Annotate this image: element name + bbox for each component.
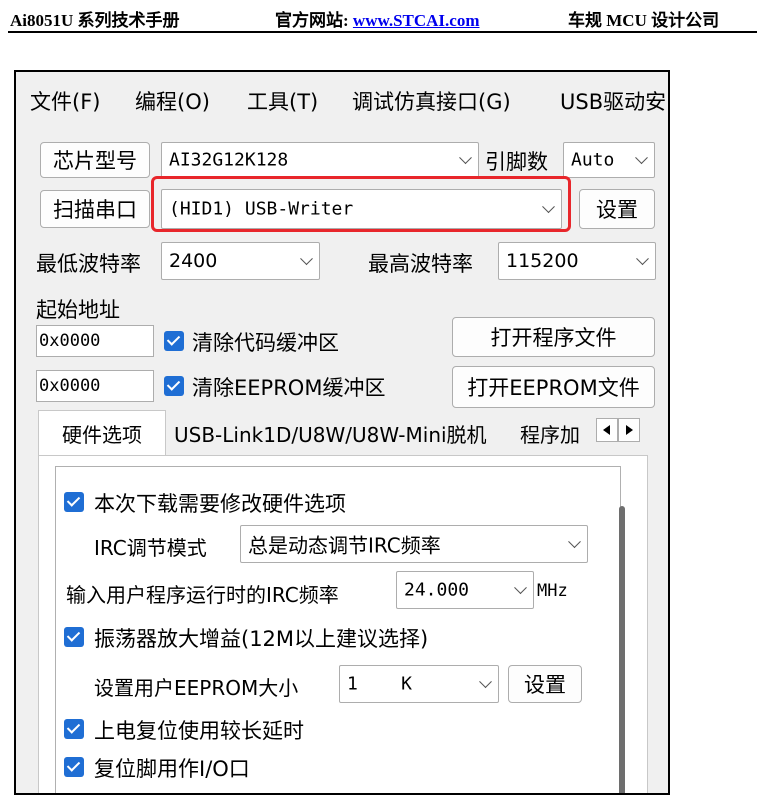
start-address-label: 起始地址 <box>36 298 120 322</box>
irc-mode-label: IRC调节模式 <box>94 536 207 560</box>
tab-scroll-left-button[interactable] <box>596 418 618 442</box>
tab-scroll-right-button[interactable] <box>618 418 640 442</box>
min-baud-label: 最低波特率 <box>36 252 141 276</box>
irc-mode-value: 总是动态调节IRC频率 <box>248 533 441 558</box>
manual-title: Ai8051U 系列技术手册 <box>10 11 180 30</box>
eeprom-start-address-input[interactable]: 0x0000 <box>36 370 154 402</box>
site-link[interactable]: www.STCAI.com <box>353 11 480 30</box>
options-tab-strip: 硬件选项 USB-Link1D/U8W/U8W-Mini脱机 程序加 <box>38 410 658 456</box>
irc-frequency-select[interactable]: 24.000 <box>396 571 534 609</box>
company-tagline: 车规 MCU 设计公司 <box>568 11 720 30</box>
open-program-file-button[interactable]: 打开程序文件 <box>452 317 655 357</box>
chevron-down-icon <box>459 151 472 165</box>
eeprom-size-value: 1 K <box>347 673 413 695</box>
min-baud-value: 2400 <box>169 250 218 272</box>
irc-frequency-unit: MHz <box>537 581 568 601</box>
long-reset-delay-checkbox[interactable] <box>64 719 84 739</box>
tab-hardware-options[interactable]: 硬件选项 <box>38 410 166 456</box>
clear-code-label: 清除代码缓冲区 <box>192 331 339 355</box>
chevron-down-icon <box>568 535 581 549</box>
chevron-down-icon <box>479 675 492 689</box>
chevron-down-icon <box>514 581 527 595</box>
pin-count-value: Auto <box>571 149 615 171</box>
reset-pin-io-checkbox[interactable] <box>64 757 84 777</box>
site-label: 官方网站: <box>275 11 353 30</box>
chevron-down-icon <box>636 252 649 266</box>
irc-frequency-value: 24.000 <box>404 579 470 601</box>
panel-scrollbar[interactable] <box>619 506 625 793</box>
modify-hw-checkbox[interactable] <box>64 492 84 512</box>
pin-count-select[interactable]: Auto <box>563 142 655 178</box>
menu-bar: 文件(F) 编程(O) 工具(T) 调试仿真接口(G) USB驱动安 <box>16 72 668 128</box>
menu-debug-interface[interactable]: 调试仿真接口(G) <box>352 86 511 116</box>
menu-program[interactable]: 编程(O) <box>135 86 210 116</box>
reset-pin-io-label: 复位脚用作I/O口 <box>94 757 250 781</box>
code-start-address-input[interactable]: 0x0000 <box>36 325 154 357</box>
max-baud-select[interactable]: 115200 <box>498 242 656 280</box>
clear-code-checkbox[interactable] <box>164 331 184 351</box>
irc-frequency-label: 输入用户程序运行时的IRC频率 <box>66 583 339 607</box>
port-settings-button[interactable]: 设置 <box>579 189 655 229</box>
clear-eeprom-checkbox[interactable] <box>164 376 184 396</box>
irc-mode-select[interactable]: 总是动态调节IRC频率 <box>240 525 588 563</box>
eeprom-size-set-button[interactable]: 设置 <box>508 665 582 703</box>
hardware-options-list: 本次下载需要修改硬件选项 IRC调节模式 总是动态调节IRC频率 输入用户程序运… <box>55 466 621 793</box>
eeprom-size-select[interactable]: 1 K <box>339 665 499 703</box>
modify-hw-label: 本次下载需要修改硬件选项 <box>94 492 346 516</box>
open-eeprom-file-button[interactable]: 打开EEPROM文件 <box>452 366 655 408</box>
max-baud-value: 115200 <box>506 250 579 272</box>
arrow-right-icon <box>626 425 633 435</box>
port-highlight-box <box>151 176 571 232</box>
clear-eeprom-label: 清除EEPROM缓冲区 <box>192 376 386 400</box>
scan-port-button[interactable]: 扫描串口 <box>40 190 150 228</box>
chip-model-value: AI32G12K128 <box>169 149 289 171</box>
pin-count-label: 引脚数 <box>485 150 548 174</box>
arrow-left-icon <box>603 425 610 435</box>
chevron-down-icon <box>635 151 648 165</box>
eeprom-size-label: 设置用户EEPROM大小 <box>94 676 299 700</box>
osc-gain-label: 振荡器放大增益(12M以上建议选择) <box>94 627 429 651</box>
long-reset-delay-label: 上电复位使用较长延时 <box>94 719 304 743</box>
official-site: 官方网站: www.STCAI.com <box>275 6 479 31</box>
document-header: Ai8051U 系列技术手册 官方网站: www.STCAI.com 车规 MC… <box>0 0 759 34</box>
min-baud-select[interactable]: 2400 <box>161 242 320 280</box>
chevron-down-icon <box>300 252 313 266</box>
osc-gain-checkbox[interactable] <box>64 627 84 647</box>
max-baud-label: 最高波特率 <box>368 252 473 276</box>
tab-usb-link-offline[interactable]: USB-Link1D/U8W/U8W-Mini脱机 <box>174 412 487 454</box>
header-rule <box>8 31 757 33</box>
chip-model-button[interactable]: 芯片型号 <box>40 142 150 178</box>
isp-tool-window: 文件(F) 编程(O) 工具(T) 调试仿真接口(G) USB驱动安 芯片型号 … <box>14 70 670 795</box>
tab-program-encrypt[interactable]: 程序加 <box>520 412 580 454</box>
chip-model-select[interactable]: AI32G12K128 <box>161 142 479 178</box>
menu-usb-driver[interactable]: USB驱动安 <box>560 86 666 116</box>
hardware-options-panel: 本次下载需要修改硬件选项 IRC调节模式 总是动态调节IRC频率 输入用户程序运… <box>38 455 648 793</box>
menu-tools[interactable]: 工具(T) <box>247 86 318 116</box>
menu-file[interactable]: 文件(F) <box>30 86 100 116</box>
